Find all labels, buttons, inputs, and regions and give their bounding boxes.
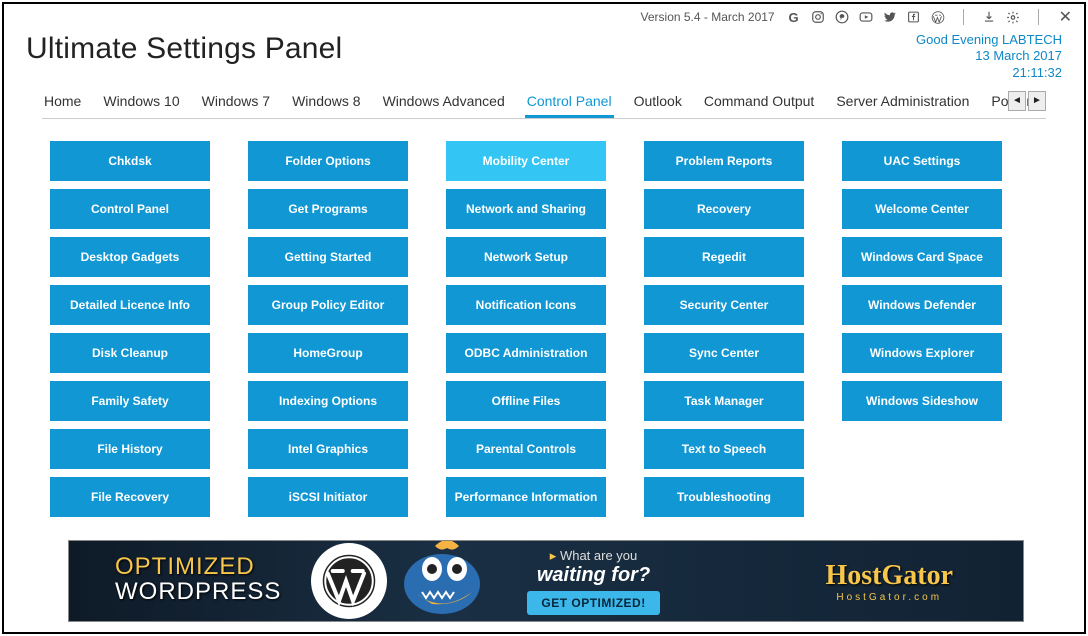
twitter-icon[interactable] (883, 10, 897, 24)
tab-server-administration[interactable]: Server Administration (834, 93, 971, 118)
tab-windows-7[interactable]: Windows 7 (200, 93, 272, 118)
tab-windows-10[interactable]: Windows 10 (101, 93, 181, 118)
tile-desktop-gadgets[interactable]: Desktop Gadgets (50, 237, 210, 277)
tile-control-panel[interactable]: Control Panel (50, 189, 210, 229)
tile-homegroup[interactable]: HomeGroup (248, 333, 408, 373)
greeting-text: Good Evening LABTECH (916, 32, 1062, 48)
tile-regedit[interactable]: Regedit (644, 237, 804, 277)
top-bar: Version 5.4 - March 2017 G ✕ (4, 4, 1084, 28)
wordpress-logo (311, 543, 387, 619)
pinterest-icon[interactable] (835, 10, 849, 24)
tab-windows-8[interactable]: Windows 8 (290, 93, 362, 118)
tab-windows-advanced[interactable]: Windows Advanced (381, 93, 507, 118)
tile-group-policy-editor[interactable]: Group Policy Editor (248, 285, 408, 325)
tile-notification-icons[interactable]: Notification Icons (446, 285, 606, 325)
tile-chkdsk[interactable]: Chkdsk (50, 141, 210, 181)
app-title: Ultimate Settings Panel (26, 32, 342, 66)
gear-icon[interactable] (1006, 10, 1020, 24)
tile-security-center[interactable]: Security Center (644, 285, 804, 325)
tile-offline-files[interactable]: Offline Files (446, 381, 606, 421)
tile-odbc-administration[interactable]: ODBC Administration (446, 333, 606, 373)
ad-right: HostGator HostGator.com (825, 560, 1023, 603)
ad-left: OPTIMIZED WORDPRESS (69, 556, 281, 607)
tab-bar: Home Windows 10 Windows 7 Windows 8 Windows … (4, 89, 1084, 119)
wordpress-icon[interactable] (931, 10, 945, 24)
tile-getting-started[interactable]: Getting Started (248, 237, 408, 277)
ad-headline-1: OPTIMIZED (115, 556, 281, 579)
ad-mid-line1: What are you (560, 548, 637, 563)
tab-control-panel[interactable]: Control Panel (525, 93, 614, 118)
tabs: Home Windows 10 Windows 7 Windows 8 Windows … (42, 89, 1046, 119)
tile-iscsi-initiator[interactable]: iSCSI Initiator (248, 477, 408, 517)
tile-family-safety[interactable]: Family Safety (50, 381, 210, 421)
tile-task-manager[interactable]: Task Manager (644, 381, 804, 421)
tile-windows-sideshow[interactable]: Windows Sideshow (842, 381, 1002, 421)
gator-mascot (387, 540, 507, 622)
tile-file-recovery[interactable]: File Recovery (50, 477, 210, 517)
separator (963, 9, 964, 25)
separator (1038, 9, 1039, 25)
ad-brand: HostGator (825, 560, 953, 592)
tab-outlook[interactable]: Outlook (632, 93, 684, 118)
tab-command-output[interactable]: Command Output (702, 93, 817, 118)
tab-home[interactable]: Home (42, 93, 83, 118)
tile-detailed-licence-info[interactable]: Detailed Licence Info (50, 285, 210, 325)
facebook-icon[interactable] (907, 10, 921, 24)
tile-network-setup[interactable]: Network Setup (446, 237, 606, 277)
tile-uac-settings[interactable]: UAC Settings (842, 141, 1002, 181)
tile-windows-explorer[interactable]: Windows Explorer (842, 333, 1002, 373)
top-icon-row: G ✕ (787, 7, 1074, 27)
youtube-icon[interactable] (859, 10, 873, 24)
tab-scroll-left[interactable]: ◄ (1008, 91, 1026, 111)
ad-cta-button[interactable]: GET OPTIMIZED! (527, 591, 659, 615)
tile-indexing-options[interactable]: Indexing Options (248, 381, 408, 421)
tab-scroll-buttons: ◄ ► (1008, 91, 1046, 111)
tile-recovery[interactable]: Recovery (644, 189, 804, 229)
tile-troubleshooting[interactable]: Troubleshooting (644, 477, 804, 517)
tile-sync-center[interactable]: Sync Center (644, 333, 804, 373)
google-icon[interactable]: G (787, 10, 801, 24)
ad-brand-sub: HostGator.com (825, 592, 953, 603)
tile-get-programs[interactable]: Get Programs (248, 189, 408, 229)
download-icon[interactable] (982, 10, 996, 24)
tile-network-and-sharing[interactable]: Network and Sharing (446, 189, 606, 229)
tab-scroll-right[interactable]: ► (1028, 91, 1046, 111)
time-text: 21:11:32 (916, 65, 1062, 81)
tile-mobility-center[interactable]: Mobility Center (446, 141, 606, 181)
tile-parental-controls[interactable]: Parental Controls (446, 429, 606, 469)
tile-text-to-speech[interactable]: Text to Speech (644, 429, 804, 469)
tile-windows-card-space[interactable]: Windows Card Space (842, 237, 1002, 277)
tile-intel-graphics[interactable]: Intel Graphics (248, 429, 408, 469)
date-text: 13 March 2017 (916, 48, 1062, 64)
tile-folder-options[interactable]: Folder Options (248, 141, 408, 181)
instagram-icon[interactable] (811, 10, 825, 24)
tile-performance-information[interactable]: Performance Information (446, 477, 606, 517)
ad-banner[interactable]: OPTIMIZED WORDPRESS ▸ What are you waiti… (68, 540, 1024, 622)
tile-windows-defender[interactable]: Windows Defender (842, 285, 1002, 325)
status-block: Good Evening LABTECH 13 March 2017 21:11… (916, 32, 1062, 81)
close-icon[interactable]: ✕ (1057, 7, 1074, 27)
ad-headline-2: WORDPRESS (115, 578, 281, 606)
ad-middle: ▸ What are you waiting for? GET OPTIMIZE… (527, 548, 659, 615)
tile-file-history[interactable]: File History (50, 429, 210, 469)
ad-mid-line2: waiting for? (527, 564, 659, 587)
tile-disk-cleanup[interactable]: Disk Cleanup (50, 333, 210, 373)
version-text: Version 5.4 - March 2017 (641, 10, 775, 24)
tile-grid: Chkdsk Folder Options Mobility Center Probl… (4, 119, 1084, 527)
header: Ultimate Settings Panel Good Evening LAB… (4, 28, 1084, 89)
tile-welcome-center[interactable]: Welcome Center (842, 189, 1002, 229)
tile-problem-reports[interactable]: Problem Reports (644, 141, 804, 181)
app-window: Version 5.4 - March 2017 G ✕ Ultimate Se… (2, 2, 1086, 634)
